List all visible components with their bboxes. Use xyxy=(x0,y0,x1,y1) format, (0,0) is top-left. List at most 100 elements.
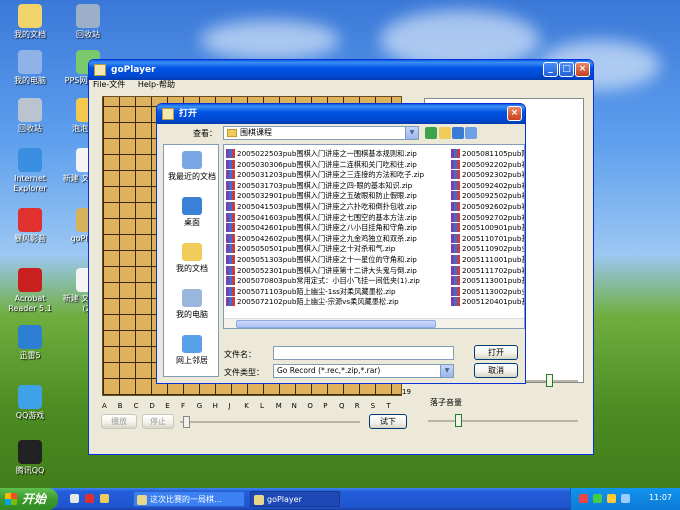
file-item[interactable]: 2005041503pub围棋入门讲座之六扑吃和倒扑包收.zip xyxy=(226,201,417,212)
progress-thumb[interactable] xyxy=(183,416,190,428)
file-name: 2005081105pub陌上 xyxy=(462,149,524,158)
file-list[interactable]: 2005022503pub围棋入门讲座之一围棋基本规则和.zip 20050303… xyxy=(223,144,525,329)
task-button-game[interactable]: 这次比赛的一局棋… xyxy=(133,491,245,507)
file-item[interactable]: 2005120401pub基础 xyxy=(451,296,524,307)
desktop-icon[interactable]: 迅雷5 xyxy=(0,325,60,361)
file-name: 2005032901pub围棋入门讲座之五破眼和防止假眼.zip xyxy=(237,191,417,201)
volume-slider-track[interactable] xyxy=(428,420,578,422)
document-icon xyxy=(137,495,147,505)
file-item[interactable]: 2005072102pub陌上幽尘-宗源vs柔风藏墨松.zip xyxy=(226,296,399,307)
tray-app-icon[interactable] xyxy=(579,494,588,503)
tray-network-icon[interactable] xyxy=(593,494,602,503)
stop-button[interactable]: 停止 xyxy=(142,414,174,429)
archive-file-icon xyxy=(451,191,460,201)
task-button-goplayer[interactable]: goPlayer xyxy=(250,491,340,507)
file-item[interactable]: 2005071103pub陌上幽尘-1ss对柔风藏墨松.zip xyxy=(226,286,396,297)
menu-file[interactable]: File-文件 xyxy=(93,80,125,89)
progress-track[interactable] xyxy=(180,421,360,423)
file-item[interactable]: 2005030306pub围棋入门讲座二连棋和关门吃和往.zip xyxy=(226,159,417,170)
column-label: C xyxy=(133,402,139,410)
places-item[interactable]: 桌面 xyxy=(164,197,220,228)
file-item[interactable]: 2005042601pub围棋入门讲座之八小目挂角和守角.zip xyxy=(226,222,417,233)
play-button[interactable]: 播放 xyxy=(101,414,137,429)
goplayer-titlebar[interactable]: goPlayer _ □ × xyxy=(89,60,593,80)
desktop-icon[interactable]: 回收站 xyxy=(58,4,118,40)
desktop-icon[interactable]: 腾讯QQ xyxy=(0,440,60,476)
desktop-icon[interactable]: QQ游戏 xyxy=(0,385,60,421)
archive-file-icon xyxy=(226,276,235,286)
file-item[interactable]: 2005113001pub基础 xyxy=(451,275,524,286)
desktop-icon[interactable]: 回收站 xyxy=(0,98,60,134)
desktop-icon[interactable]: Acrobat Reader 5.1 xyxy=(0,268,60,314)
filename-input[interactable] xyxy=(273,346,454,360)
places-item[interactable]: 我最近的文档 xyxy=(164,151,220,182)
maximize-button[interactable]: □ xyxy=(559,62,574,77)
scrollbar-thumb[interactable] xyxy=(236,320,436,328)
file-item[interactable]: 2005031203pub围棋入门讲座之三连接的方法和吃子.zip xyxy=(226,169,424,180)
chevron-down-icon[interactable]: ▼ xyxy=(440,365,453,377)
column-label: S xyxy=(370,402,376,410)
file-item[interactable]: 2005041603pub围棋入门讲座之七围空的基本方法.zip xyxy=(226,212,417,223)
file-item[interactable]: 2005081105pub陌上 xyxy=(451,148,524,159)
file-name: 2005042601pub围棋入门讲座之八小目挂角和守角.zip xyxy=(237,223,417,233)
file-item[interactable]: 2005092302pub初级 xyxy=(451,169,524,180)
places-item[interactable]: 我的电脑 xyxy=(164,289,220,320)
file-item[interactable]: 2005110902pub业5 xyxy=(451,243,524,254)
file-item[interactable]: 2005052301pub围棋入门讲座第十二讲大头鬼与倒.zip xyxy=(226,265,417,276)
file-item[interactable]: 2005050501pub围棋入门讲座之十对杀和气.zip xyxy=(226,243,395,254)
up-folder-icon[interactable] xyxy=(439,127,451,139)
desktop-icon-glyph xyxy=(18,208,42,232)
new-folder-icon[interactable] xyxy=(452,127,464,139)
file-item[interactable]: 2005100901pub基础 xyxy=(451,222,524,233)
file-item[interactable]: 2005092702pub初级 xyxy=(451,212,524,223)
tray-volume-icon[interactable] xyxy=(621,494,630,503)
open-button[interactable]: 打开 xyxy=(474,345,518,360)
places-item[interactable]: 网上邻居 xyxy=(164,335,220,366)
file-list-scrollbar[interactable] xyxy=(224,318,524,328)
file-item[interactable]: 2005113002pub业5 xyxy=(451,286,524,297)
file-item[interactable]: 2005031703pub围棋入门讲座之四-眼的基本知识.zip xyxy=(226,180,412,191)
chevron-down-icon[interactable]: ▼ xyxy=(405,127,418,139)
speed-slider-thumb[interactable] xyxy=(546,374,553,387)
places-item[interactable]: 我的文档 xyxy=(164,243,220,274)
start-button[interactable]: 开始 xyxy=(0,488,58,510)
back-icon[interactable] xyxy=(425,127,437,139)
volume-slider-thumb[interactable] xyxy=(455,414,462,427)
file-item[interactable]: 2005111702pub初级 xyxy=(451,265,524,276)
file-item[interactable]: 2005022503pub围棋入门讲座之一围棋基本规则和.zip xyxy=(226,148,417,159)
try-move-button[interactable]: 试下 xyxy=(369,414,407,429)
file-item[interactable]: 2005110701pub基础 xyxy=(451,233,524,244)
column-label: B xyxy=(117,402,123,410)
desktop-icon-label: 回收站 xyxy=(18,124,42,133)
close-button[interactable]: × xyxy=(575,62,590,77)
view-menu-icon[interactable] xyxy=(465,127,477,139)
file-item[interactable]: 2005092502pub初级 xyxy=(451,190,524,201)
file-item[interactable]: 2005111001pub基础 xyxy=(451,254,524,265)
file-item[interactable]: 2005092202pub初级 xyxy=(451,159,524,170)
menu-help[interactable]: Help-帮助 xyxy=(138,80,175,89)
places-item-label: 我最近的文档 xyxy=(168,172,216,181)
file-item[interactable]: 2005092602pub初级 xyxy=(451,201,524,212)
open-dialog-titlebar[interactable]: 打开 × xyxy=(157,104,525,124)
desktop-icon[interactable]: 暴风影音 xyxy=(0,208,60,244)
column-label: H xyxy=(212,402,218,410)
ie-quicklaunch-icon[interactable] xyxy=(70,494,79,503)
media-quicklaunch-icon[interactable] xyxy=(85,494,94,503)
file-item[interactable]: 2005070803pub常用定式：小目小飞挂一间低夹(1).zip xyxy=(226,275,420,286)
file-name: 2005100901pub基础 xyxy=(462,223,524,233)
minimize-button[interactable]: _ xyxy=(543,62,558,77)
desktop-icon[interactable]: 我的电脑 xyxy=(0,50,60,86)
filetype-select[interactable]: Go Record (*.rec,*.zip,*.rar) ▼ xyxy=(273,364,454,378)
filetype-value: Go Record (*.rec,*.zip,*.rar) xyxy=(277,366,381,375)
file-item[interactable]: 2005051303pub围棋入门讲座之十一星位的守角和.zip xyxy=(226,254,417,265)
file-item[interactable]: 2005032901pub围棋入门讲座之五破眼和防止假眼.zip xyxy=(226,190,417,201)
dialog-close-button[interactable]: × xyxy=(507,106,522,121)
desktop-icon[interactable]: Internet Explorer xyxy=(0,148,60,194)
file-item[interactable]: 2005042602pub围棋入门讲座之九金鸡独立和双杀.zip xyxy=(226,233,417,244)
folder-quicklaunch-icon[interactable] xyxy=(100,494,109,503)
file-item[interactable]: 2005092402pub初级 xyxy=(451,180,524,191)
cancel-button[interactable]: 取消 xyxy=(474,363,518,378)
look-in-select[interactable]: 围棋课程 ▼ xyxy=(223,126,419,140)
desktop-icon[interactable]: 我的文档 xyxy=(0,4,60,40)
tray-qq-icon[interactable] xyxy=(607,494,616,503)
